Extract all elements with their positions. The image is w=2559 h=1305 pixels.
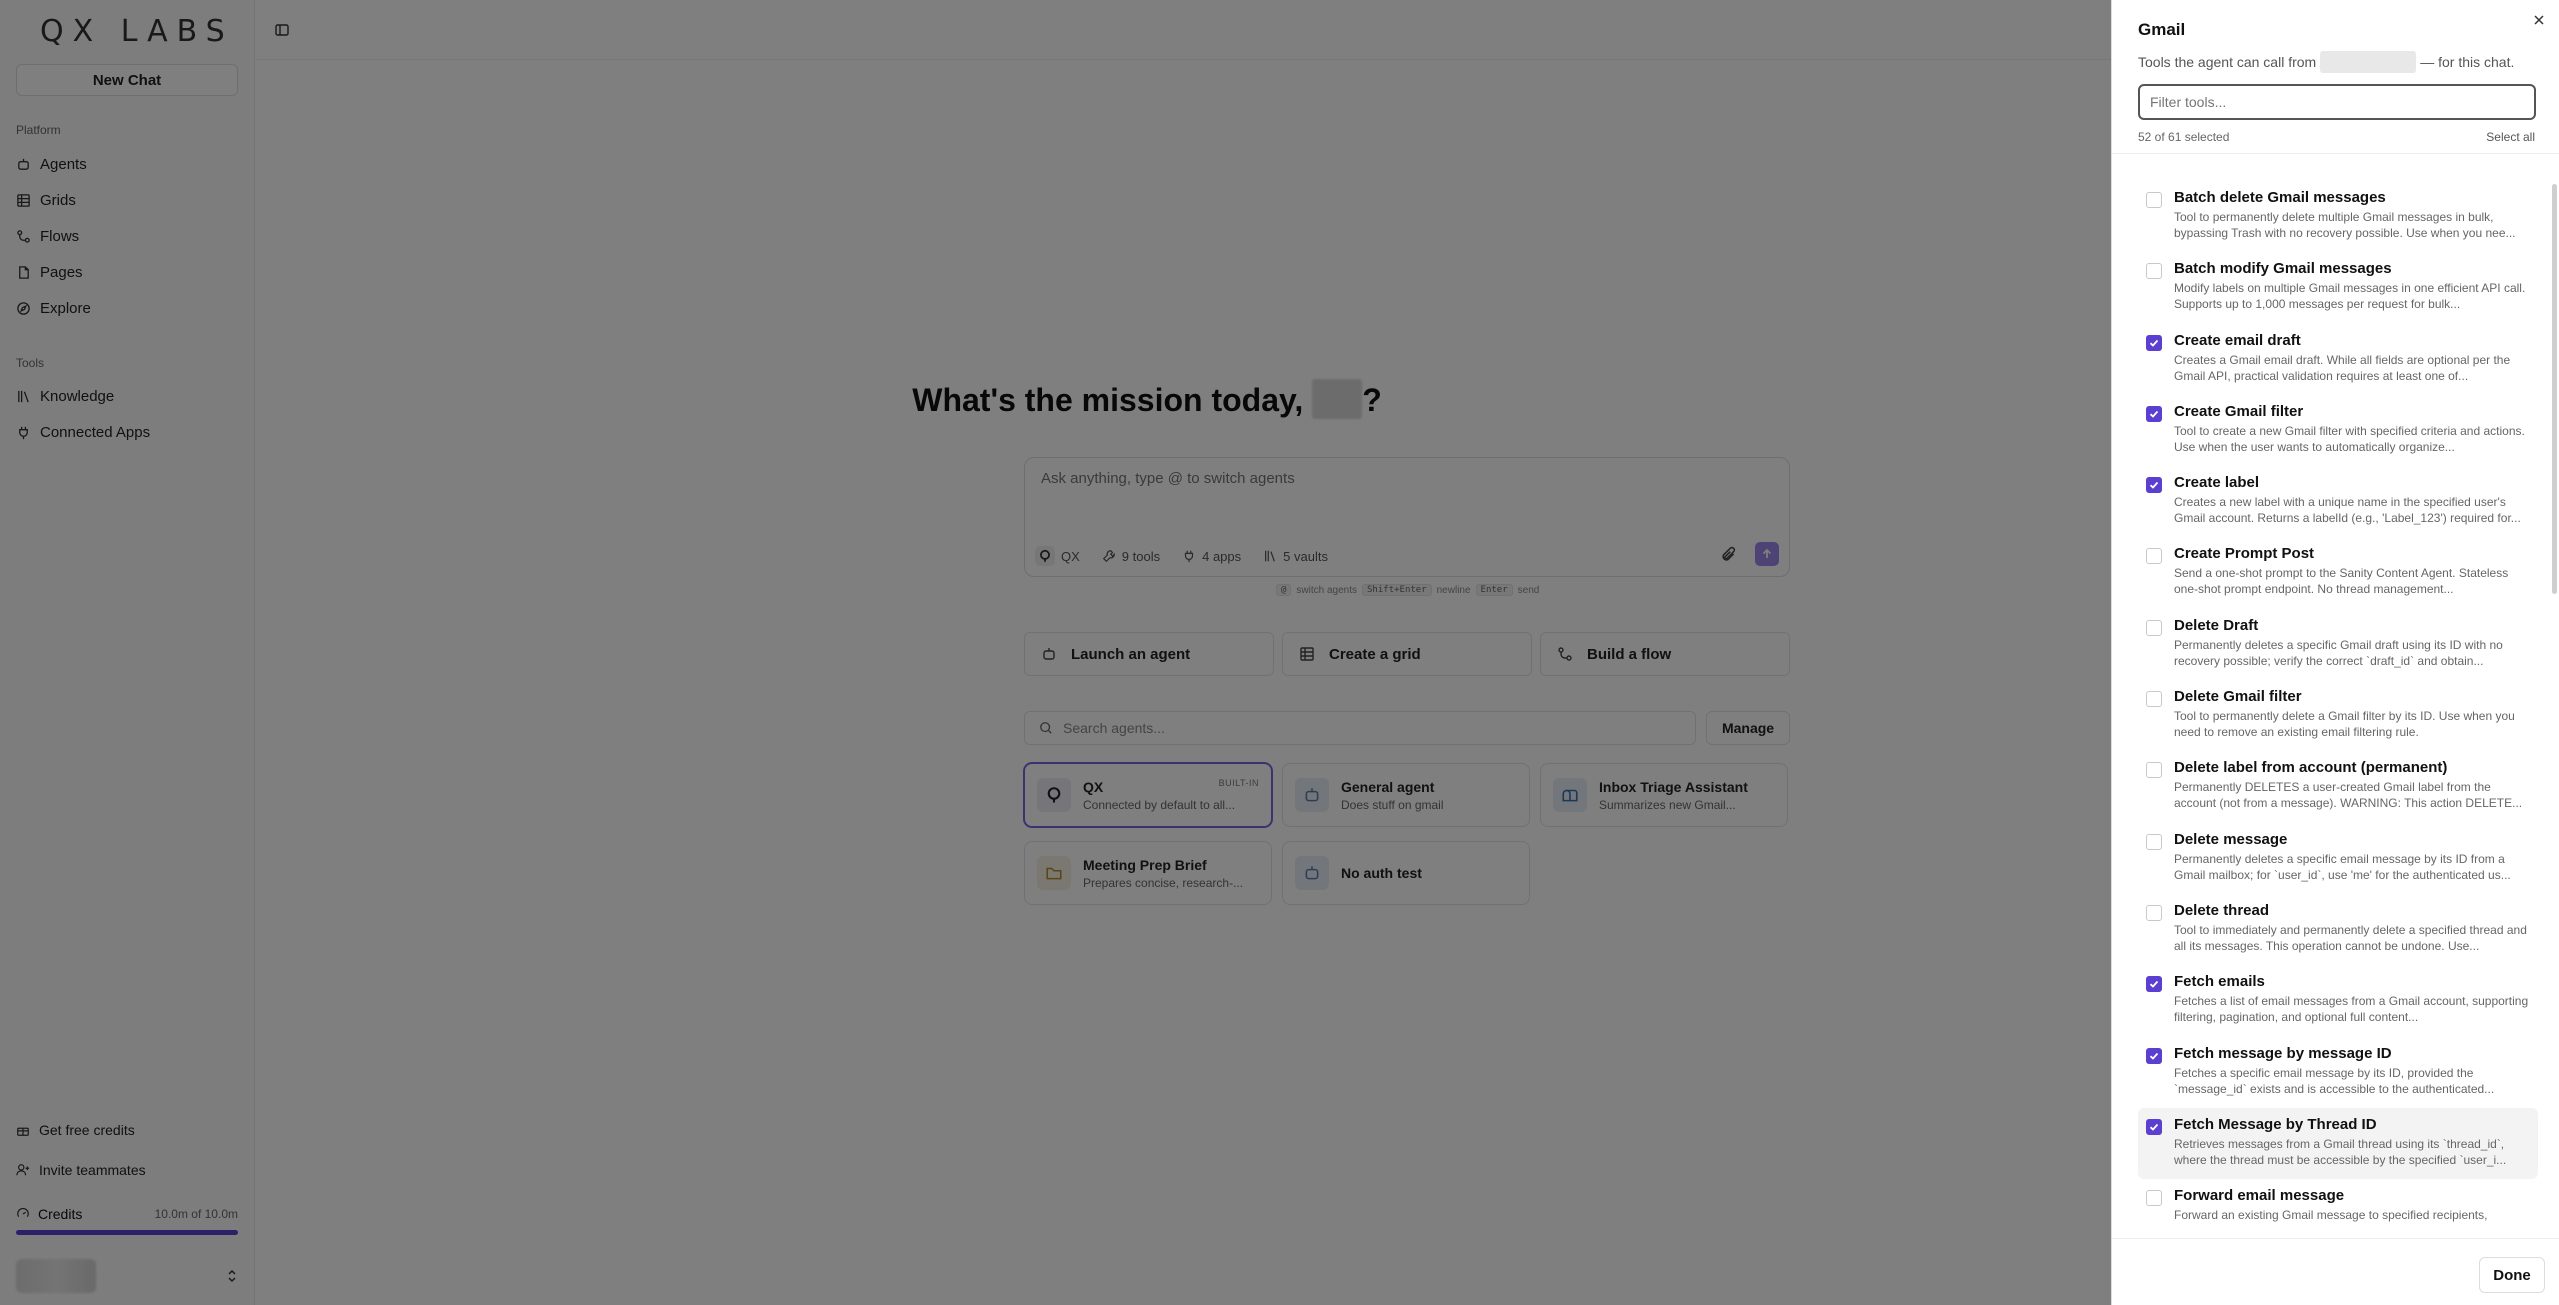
- panel-title: Gmail: [2138, 20, 2186, 39]
- tool-description: Permanently DELETES a user-created Gmail…: [2174, 780, 2523, 811]
- tool-list-scrollbar[interactable]: [2552, 184, 2557, 594]
- tool-name: Delete label from account (permanent): [2174, 759, 2448, 777]
- tool-description: Tool to permanently delete multiple Gmai…: [2174, 210, 2516, 240]
- tool-name: Delete Draft: [2174, 616, 2259, 634]
- checkbox-checked[interactable]: [2146, 405, 2162, 422]
- tool-row[interactable]: Create Prompt Post Send a one-shot prompt…: [2138, 537, 2538, 608]
- checkbox-unchecked[interactable]: [2146, 548, 2162, 565]
- tool-row[interactable]: Create label Creates a new label with a u…: [2138, 466, 2538, 537]
- tool-name: Forward email message: [2174, 1187, 2345, 1205]
- close-button[interactable]: [2529, 10, 2549, 30]
- tool-name: Create email draft: [2174, 331, 2301, 349]
- tool-description: Tool to permanently delete a Gmail filte…: [2174, 709, 2515, 740]
- tool-description: Retrieves messages from a Gmail thread u…: [2174, 1136, 2507, 1167]
- tool-description: Tool to create a new Gmail filter with s…: [2174, 423, 2525, 454]
- tool-row[interactable]: Fetch Message by Thread ID Retrieves mess…: [2138, 1107, 2538, 1180]
- checkbox-unchecked[interactable]: [2146, 762, 2162, 779]
- panel-subtitle: Tools the agent can call from — for this…: [2138, 51, 2514, 73]
- tool-row[interactable]: Fetch message by message ID Fetches a spe…: [2138, 1037, 2538, 1108]
- tool-name: Create label: [2174, 474, 2260, 492]
- checkbox-unchecked[interactable]: [2146, 691, 2162, 708]
- checkbox-checked[interactable]: [2146, 1118, 2162, 1135]
- tool-row[interactable]: Delete message Permanently deletes a spec…: [2138, 823, 2538, 894]
- tool-row[interactable]: Batch delete Gmail messages Tool to perma…: [2138, 181, 2538, 252]
- tool-name: Delete Gmail filter: [2174, 688, 2302, 706]
- tool-name: Create Prompt Post: [2174, 545, 2315, 563]
- gmail-tools-panel: Gmail Tools the agent can call from — fo…: [2111, 0, 2559, 1305]
- checkbox-checked[interactable]: [2146, 477, 2162, 494]
- check-icon: [2149, 981, 2159, 989]
- done-button[interactable]: Done: [2479, 1257, 2545, 1293]
- close-icon: [2534, 15, 2544, 25]
- tool-row[interactable]: Delete thread Tool to immediately and per…: [2138, 894, 2538, 965]
- tool-name: Fetch message by message ID: [2174, 1044, 2392, 1062]
- tool-description: Send a one-shot prompt to the Sanity Con…: [2174, 566, 2509, 597]
- tool-name: Fetch emails: [2174, 973, 2265, 991]
- tool-description: Modify labels on multiple Gmail messages…: [2174, 281, 2526, 312]
- selected-count: 52 of 61 selected: [2138, 130, 2230, 144]
- tool-description: Tool to immediately and permanently dele…: [2174, 922, 2527, 953]
- panel-subtitle-prefix: Tools the agent can call from: [2138, 54, 2317, 70]
- tool-name: Batch modify Gmail messages: [2174, 260, 2392, 278]
- panel-footer-divider: [2112, 1238, 2559, 1239]
- select-all-button[interactable]: Select all: [2486, 130, 2535, 144]
- check-icon: [2149, 410, 2159, 418]
- tool-name: Fetch Message by Thread ID: [2174, 1115, 2377, 1133]
- check-icon: [2149, 1052, 2159, 1060]
- check-icon: [2149, 1123, 2159, 1131]
- app-root: QX LABS New Chat Platform Agents Grids F…: [0, 0, 2559, 1305]
- checkbox-unchecked[interactable]: [2146, 263, 2162, 280]
- checkbox-unchecked[interactable]: [2146, 904, 2162, 921]
- checkbox-checked[interactable]: [2146, 334, 2162, 351]
- tool-name: Create Gmail filter: [2174, 402, 2304, 420]
- tool-row[interactable]: Batch modify Gmail messages Modify labels…: [2138, 252, 2538, 323]
- tool-description: Forward an existing Gmail message to spe…: [2174, 1208, 2488, 1223]
- panel-subtitle-suffix: — for this chat.: [2420, 54, 2515, 70]
- filter-tools-input[interactable]: [2138, 84, 2536, 120]
- tool-description: Permanently deletes a specific Gmail dra…: [2174, 637, 2503, 668]
- tool-row[interactable]: Delete label from account (permanent) Per…: [2138, 751, 2538, 822]
- tool-row[interactable]: Forward email message Forward an existing…: [2138, 1179, 2538, 1250]
- tool-list: Batch delete Gmail messages Tool to perma…: [2138, 181, 2538, 1250]
- checkbox-unchecked[interactable]: [2146, 1190, 2162, 1207]
- tool-description: Creates a Gmail email draft. While all f…: [2174, 352, 2511, 383]
- tool-description: Creates a new label with a unique name i…: [2174, 495, 2521, 526]
- tool-description: Permanently deletes a specific email mes…: [2174, 851, 2511, 882]
- redacted-agent-name: [2320, 51, 2417, 73]
- checkbox-unchecked[interactable]: [2146, 833, 2162, 850]
- tool-name: Delete message: [2174, 830, 2288, 848]
- checkbox-unchecked[interactable]: [2146, 192, 2162, 208]
- checkbox-unchecked[interactable]: [2146, 619, 2162, 636]
- tool-row[interactable]: Create email draft Creates a Gmail email …: [2138, 324, 2538, 395]
- tool-row[interactable]: Fetch emails Fetches a list of email mess…: [2138, 965, 2538, 1036]
- checkbox-checked[interactable]: [2146, 1047, 2162, 1064]
- tool-name: Delete thread: [2174, 901, 2270, 919]
- modal-backdrop[interactable]: [0, 0, 2111, 1305]
- tool-name: Batch delete Gmail messages: [2174, 189, 2386, 206]
- tool-description: Fetches a specific email message by its …: [2174, 1065, 2495, 1096]
- checkbox-checked[interactable]: [2146, 976, 2162, 993]
- tool-row[interactable]: Delete Draft Permanently deletes a specif…: [2138, 609, 2538, 680]
- check-icon: [2149, 482, 2159, 489]
- panel-divider: [2112, 153, 2559, 154]
- tool-row[interactable]: Create Gmail filter Tool to create a new …: [2138, 395, 2538, 466]
- tool-description: Fetches a list of email messages from a …: [2174, 994, 2529, 1025]
- tool-row[interactable]: Delete Gmail filter Tool to permanently d…: [2138, 680, 2538, 751]
- check-icon: [2149, 339, 2159, 347]
